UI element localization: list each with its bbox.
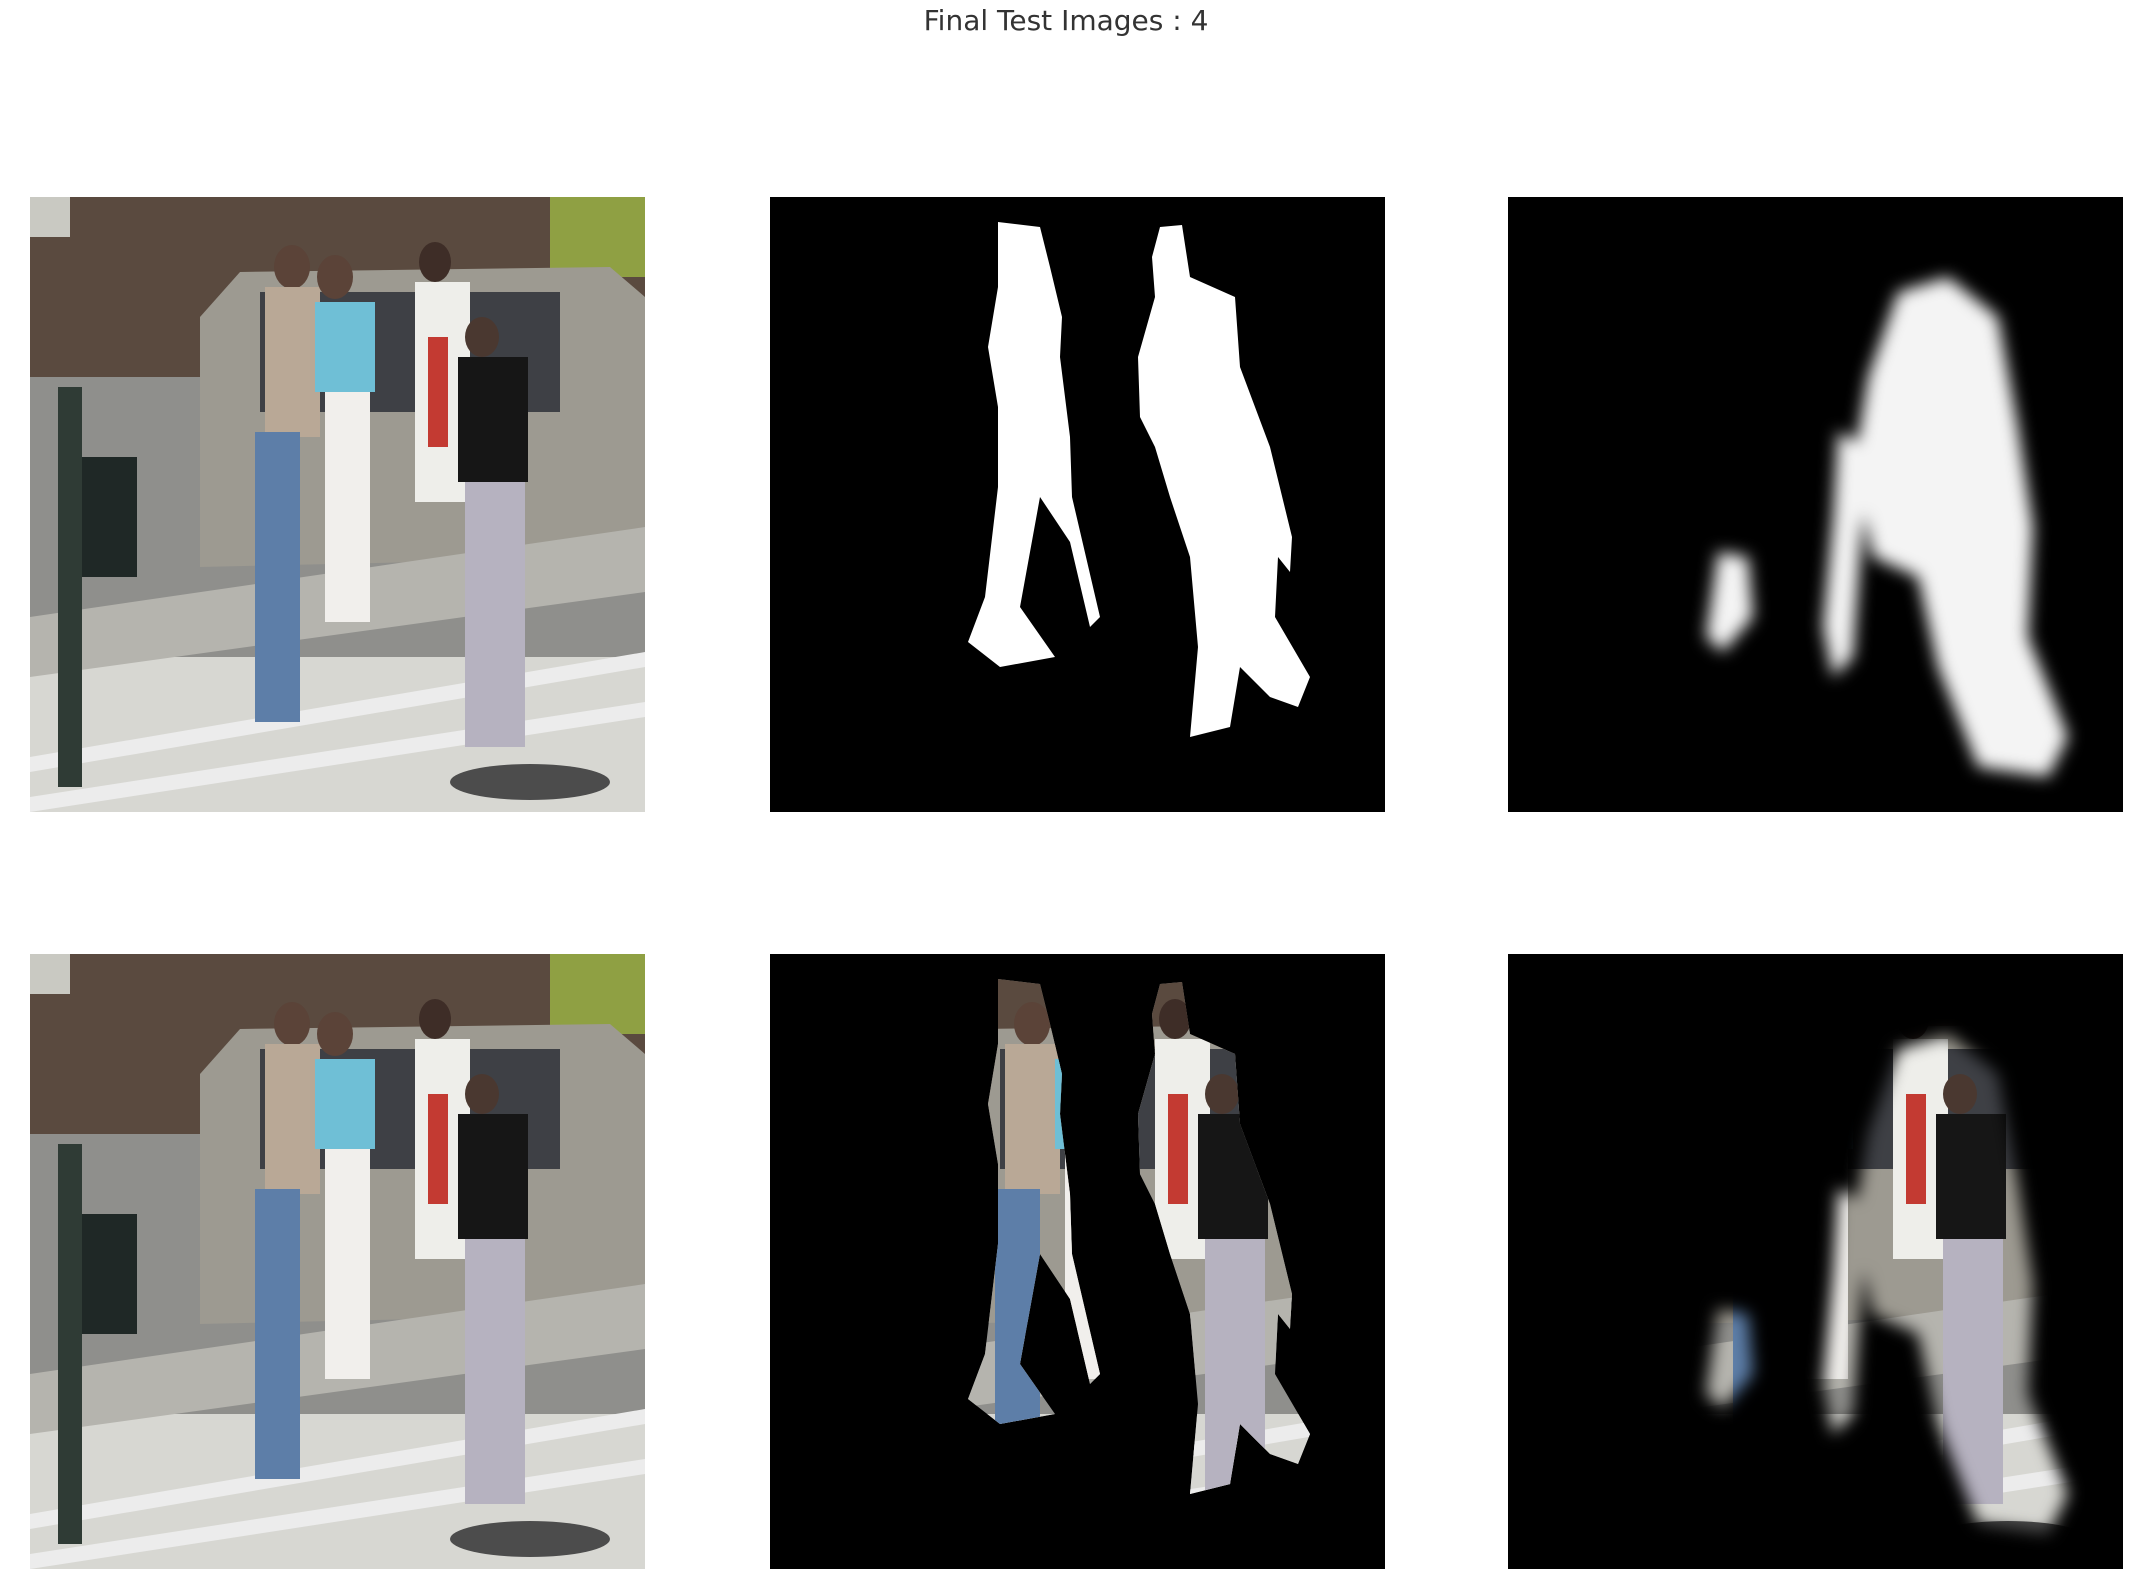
predicted-mask-panel	[1508, 197, 2123, 812]
ground-truth-masked-image-panel	[770, 954, 1385, 1569]
input-image-panel	[30, 197, 645, 812]
input-image-copy-panel	[30, 954, 645, 1569]
ground-truth-mask-panel	[770, 197, 1385, 812]
predicted-masked-image-panel	[1508, 954, 2123, 1569]
figure-title: Final Test Images : 4	[923, 4, 1209, 37]
